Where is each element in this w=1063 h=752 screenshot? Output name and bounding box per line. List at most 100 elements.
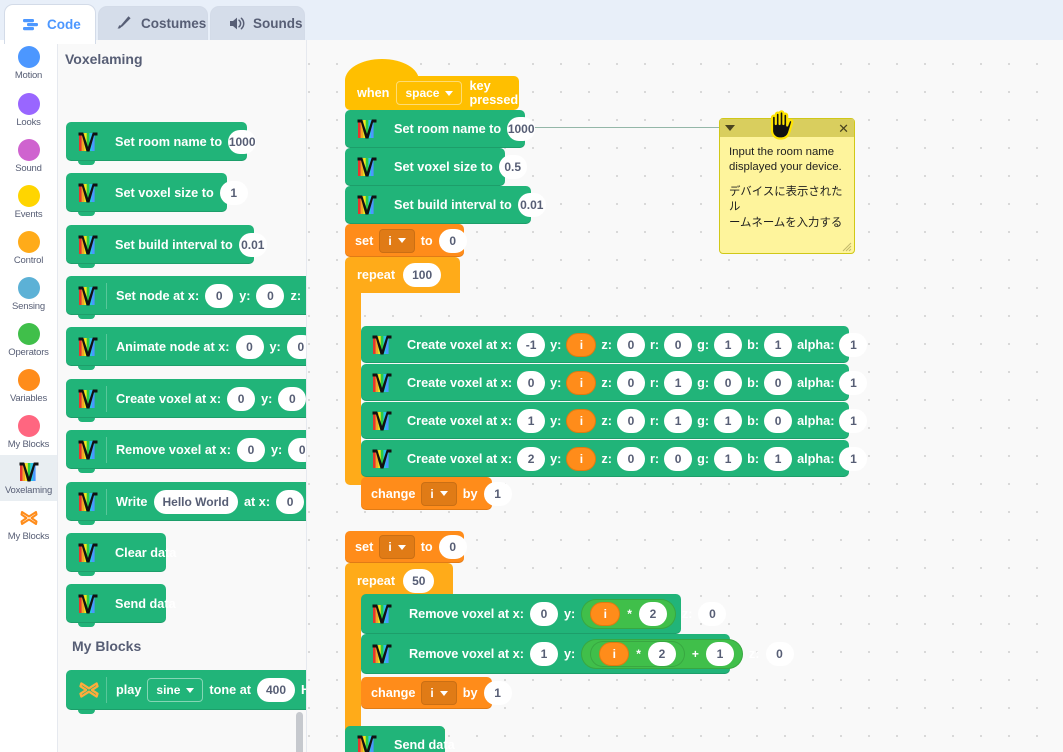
- block-create-voxel-4[interactable]: Create voxel at x: 2 y: i z: 0 r: 0 g: 1…: [361, 440, 868, 477]
- palette-block-send-data[interactable]: Send data: [66, 584, 176, 627]
- field-alpha[interactable]: 1: [839, 332, 868, 357]
- operator-add-block[interactable]: i * 2 + 1: [581, 639, 743, 669]
- close-icon[interactable]: ✕: [838, 122, 849, 135]
- field-g[interactable]: 0: [714, 370, 743, 395]
- sidebar-item-variables[interactable]: Variables: [0, 363, 57, 409]
- field-z[interactable]: 0: [616, 446, 645, 471]
- operator-multiply-block[interactable]: i * 2: [581, 599, 676, 629]
- block-when-key-pressed[interactable]: when space key pressed: [345, 59, 519, 110]
- block-send-data[interactable]: Send data: [345, 726, 455, 752]
- variable-reporter-i[interactable]: i: [566, 446, 597, 471]
- field-g[interactable]: 1: [714, 446, 743, 471]
- field-set-value[interactable]: 0: [438, 535, 467, 559]
- field-x[interactable]: 2: [517, 446, 546, 471]
- palette-block-play-tone[interactable]: play sine tone at 400 Hz for: [66, 670, 306, 714]
- field-z[interactable]: 0: [616, 408, 645, 433]
- palette-block-remove-voxel[interactable]: Remove voxel at x: 0 y: 0 z: 0: [66, 430, 306, 473]
- variable-reporter-i[interactable]: i: [599, 642, 630, 666]
- variable-dropdown[interactable]: i: [421, 681, 457, 705]
- variable-reporter-i[interactable]: i: [566, 332, 597, 357]
- sidebar-item-motion[interactable]: Motion: [0, 40, 57, 87]
- palette-scrollbar[interactable]: [296, 712, 303, 752]
- block-create-voxel-3[interactable]: Create voxel at x: 1 y: i z: 0 r: 1 g: 1…: [361, 402, 868, 439]
- field-alpha[interactable]: 1: [839, 408, 868, 433]
- block-set-build-interval[interactable]: Set build interval to 0.01: [345, 186, 546, 224]
- sidebar-item-my-blocks-2[interactable]: My Blocks: [0, 501, 57, 547]
- field-x[interactable]: 0: [517, 370, 546, 395]
- palette-block-write[interactable]: Write Hello World at x: 0 y: 0: [66, 482, 306, 525]
- field-x[interactable]: -1: [517, 332, 546, 357]
- block-change-variable-2[interactable]: change i by 1: [361, 677, 512, 709]
- tab-sounds[interactable]: Sounds: [210, 6, 305, 40]
- palette-field-y[interactable]: 0: [286, 334, 306, 359]
- palette-block-create-voxel[interactable]: Create voxel at x: 0 y: 0 z: 0: [66, 379, 306, 422]
- variable-reporter-i[interactable]: i: [566, 408, 597, 433]
- palette-field-x[interactable]: 0: [205, 283, 234, 308]
- sidebar-item-events[interactable]: Events: [0, 179, 57, 225]
- palette-field-voxel-size[interactable]: 1: [219, 180, 248, 205]
- field-x[interactable]: 1: [517, 408, 546, 433]
- palette-field-room-name[interactable]: 1000: [228, 129, 257, 154]
- palette-field-x[interactable]: 0: [276, 489, 305, 514]
- field-change-value[interactable]: 1: [483, 481, 512, 506]
- tab-costumes[interactable]: Costumes: [98, 6, 208, 40]
- field-r[interactable]: 1: [664, 370, 693, 395]
- sidebar-item-operators[interactable]: Operators: [0, 317, 57, 363]
- field-set-value[interactable]: 0: [438, 228, 467, 253]
- field-z[interactable]: 0: [616, 332, 645, 357]
- palette-field-y[interactable]: 0: [278, 386, 306, 411]
- palette-field-build-interval[interactable]: 0.01: [238, 232, 267, 257]
- palette-block-set-voxel-size[interactable]: Set voxel size to 1: [66, 173, 248, 216]
- palette-field-x[interactable]: 0: [236, 437, 265, 462]
- field-operand[interactable]: 2: [638, 602, 667, 626]
- palette-field-x[interactable]: 0: [235, 334, 264, 359]
- field-b[interactable]: 1: [764, 332, 793, 357]
- palette-block-set-node[interactable]: Set node at x: 0 y: 0 z: 0: [66, 276, 306, 319]
- block-create-voxel-1[interactable]: Create voxel at x: -1 y: i z: 0 r: 0 g: …: [361, 326, 868, 363]
- variable-dropdown[interactable]: i: [421, 481, 457, 506]
- field-repeat-count[interactable]: 100: [403, 263, 442, 287]
- field-r[interactable]: 1: [664, 408, 693, 433]
- field-z[interactable]: 0: [698, 602, 727, 626]
- key-dropdown[interactable]: space: [396, 81, 463, 105]
- tab-code[interactable]: Code: [4, 4, 96, 44]
- block-set-voxel-size[interactable]: Set voxel size to 0.5: [345, 148, 527, 186]
- field-operand[interactable]: 1: [705, 642, 734, 666]
- variable-reporter-i[interactable]: i: [566, 370, 597, 395]
- operator-multiply-block[interactable]: i * 2: [590, 641, 685, 667]
- palette-field-y[interactable]: 0: [288, 437, 306, 462]
- block-remove-voxel-2[interactable]: Remove voxel at x: 1 y: i * 2 + 1 z: 0: [361, 634, 794, 674]
- variable-dropdown[interactable]: i: [379, 535, 415, 559]
- block-set-variable-1[interactable]: set i to 0: [345, 224, 467, 257]
- sidebar-item-looks[interactable]: Looks: [0, 87, 57, 133]
- collapse-triangle-icon[interactable]: [725, 125, 735, 131]
- field-voxel-size[interactable]: 0.5: [498, 155, 527, 179]
- field-z[interactable]: 0: [616, 370, 645, 395]
- field-b[interactable]: 0: [764, 408, 793, 433]
- field-z[interactable]: 0: [765, 642, 794, 666]
- block-set-room-name[interactable]: Set room name to 1000: [345, 110, 536, 148]
- field-room-name[interactable]: 1000: [507, 117, 536, 141]
- field-b[interactable]: 0: [764, 370, 793, 395]
- field-build-interval[interactable]: 0.01: [517, 193, 546, 217]
- sidebar-item-my-blocks[interactable]: My Blocks: [0, 409, 57, 455]
- field-change-value[interactable]: 1: [483, 681, 512, 705]
- field-x[interactable]: 1: [529, 642, 558, 666]
- palette-block-set-build-interval[interactable]: Set build interval to 0.01: [66, 225, 267, 268]
- palette-block-set-room-name[interactable]: Set room name to 1000: [66, 122, 257, 165]
- field-g[interactable]: 1: [714, 408, 743, 433]
- field-alpha[interactable]: 1: [839, 446, 868, 471]
- palette-field-y[interactable]: 0: [256, 283, 285, 308]
- field-repeat-count[interactable]: 50: [403, 569, 435, 593]
- palette-block-clear-data[interactable]: Clear data: [66, 533, 176, 576]
- sidebar-item-sensing[interactable]: Sensing: [0, 271, 57, 317]
- palette-field-text[interactable]: Hello World: [153, 489, 238, 514]
- field-operand[interactable]: 2: [647, 642, 676, 666]
- resize-grip-icon[interactable]: [842, 242, 852, 252]
- field-g[interactable]: 1: [714, 332, 743, 357]
- sidebar-item-control[interactable]: Control: [0, 225, 57, 271]
- field-alpha[interactable]: 1: [839, 370, 868, 395]
- sidebar-item-sound[interactable]: Sound: [0, 133, 57, 179]
- palette-wave-dropdown[interactable]: sine: [147, 678, 204, 702]
- field-b[interactable]: 1: [764, 446, 793, 471]
